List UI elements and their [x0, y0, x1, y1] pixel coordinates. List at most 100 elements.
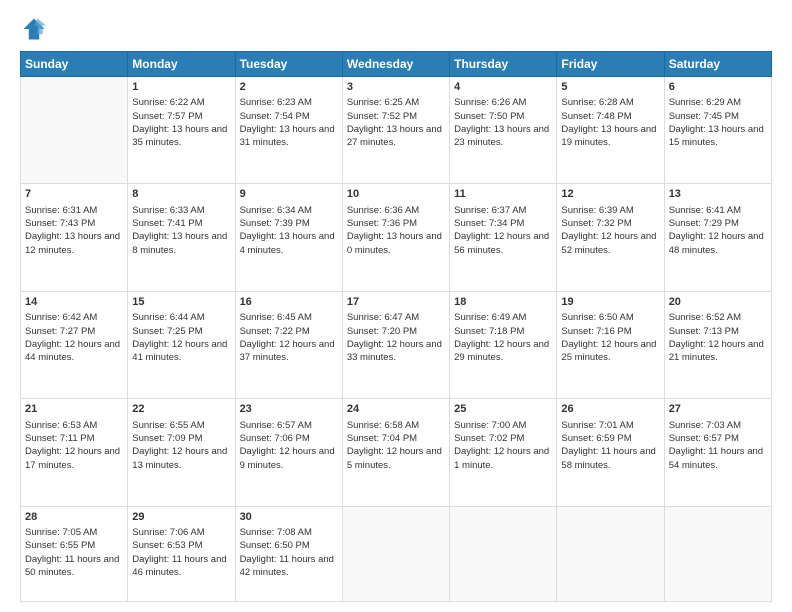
- sunrise-text: Sunrise: 7:06 AM: [132, 527, 204, 538]
- sunset-text: Sunset: 7:32 PM: [561, 218, 631, 229]
- daylight-text: Daylight: 12 hours and 17 minutes.: [25, 446, 120, 470]
- day-number: 22: [132, 402, 230, 417]
- day-number: 18: [454, 295, 552, 310]
- daylight-text: Daylight: 13 hours and 19 minutes.: [561, 124, 656, 148]
- day-number: 3: [347, 80, 445, 95]
- sunset-text: Sunset: 7:11 PM: [25, 433, 95, 444]
- day-number: 28: [25, 510, 123, 525]
- sunrise-text: Sunrise: 7:08 AM: [240, 527, 312, 538]
- sunset-text: Sunset: 7:06 PM: [240, 433, 310, 444]
- calendar-cell: [664, 506, 771, 601]
- calendar-cell: 18Sunrise: 6:49 AMSunset: 7:18 PMDayligh…: [450, 291, 557, 398]
- sunrise-text: Sunrise: 7:05 AM: [25, 527, 97, 538]
- calendar-cell: [557, 506, 664, 601]
- day-number: 2: [240, 80, 338, 95]
- header: [20, 15, 772, 43]
- logo-icon: [20, 15, 48, 43]
- calendar-cell: 3Sunrise: 6:25 AMSunset: 7:52 PMDaylight…: [342, 77, 449, 184]
- daylight-text: Daylight: 12 hours and 48 minutes.: [669, 231, 764, 255]
- sunset-text: Sunset: 7:50 PM: [454, 111, 524, 122]
- day-number: 29: [132, 510, 230, 525]
- calendar-cell: 17Sunrise: 6:47 AMSunset: 7:20 PMDayligh…: [342, 291, 449, 398]
- daylight-text: Daylight: 12 hours and 44 minutes.: [25, 339, 120, 363]
- day-number: 6: [669, 80, 767, 95]
- calendar-cell: 10Sunrise: 6:36 AMSunset: 7:36 PMDayligh…: [342, 184, 449, 291]
- calendar-cell: 13Sunrise: 6:41 AMSunset: 7:29 PMDayligh…: [664, 184, 771, 291]
- sunrise-text: Sunrise: 6:34 AM: [240, 205, 312, 216]
- day-number: 12: [561, 187, 659, 202]
- day-number: 15: [132, 295, 230, 310]
- sunrise-text: Sunrise: 6:50 AM: [561, 312, 633, 323]
- day-number: 8: [132, 187, 230, 202]
- daylight-text: Daylight: 13 hours and 27 minutes.: [347, 124, 442, 148]
- calendar-cell: 21Sunrise: 6:53 AMSunset: 7:11 PMDayligh…: [21, 399, 128, 506]
- calendar-cell: 22Sunrise: 6:55 AMSunset: 7:09 PMDayligh…: [128, 399, 235, 506]
- sunrise-text: Sunrise: 7:00 AM: [454, 420, 526, 431]
- sunset-text: Sunset: 6:55 PM: [25, 540, 95, 551]
- sunrise-text: Sunrise: 6:37 AM: [454, 205, 526, 216]
- calendar-cell: 5 Sunrise: 6:28 AM Sunset: 7:48 PM Daylight…: [557, 77, 664, 184]
- daylight-text: Daylight: 13 hours and 4 minutes.: [240, 231, 335, 255]
- sunset-text: Sunset: 7:52 PM: [347, 111, 417, 122]
- sunset-text: Sunset: 7:22 PM: [240, 326, 310, 337]
- calendar-cell: 27Sunrise: 7:03 AMSunset: 6:57 PMDayligh…: [664, 399, 771, 506]
- calendar-body: 1Sunrise: 6:22 AMSunset: 7:57 PMDaylight…: [21, 77, 772, 602]
- sunset-text: Sunset: 7:41 PM: [132, 218, 202, 229]
- calendar-cell: 26Sunrise: 7:01 AMSunset: 6:59 PMDayligh…: [557, 399, 664, 506]
- header-thursday: Thursday: [450, 52, 557, 77]
- sunset-text: Sunset: 7:13 PM: [669, 326, 739, 337]
- sunset-text: Sunset: 7:27 PM: [25, 326, 95, 337]
- day-number: 4: [454, 80, 552, 95]
- sunset-text: Sunset: 7:20 PM: [347, 326, 417, 337]
- sunset-text: Sunset: 7:48 PM: [561, 111, 631, 122]
- sunrise-text: Sunrise: 6:28 AM: [561, 97, 633, 108]
- daylight-text: Daylight: 12 hours and 52 minutes.: [561, 231, 656, 255]
- sunrise-text: Sunrise: 7:01 AM: [561, 420, 633, 431]
- sunrise-text: Sunrise: 6:57 AM: [240, 420, 312, 431]
- sunrise-text: Sunrise: 6:47 AM: [347, 312, 419, 323]
- sunrise-text: Sunrise: 6:55 AM: [132, 420, 204, 431]
- daylight-text: Daylight: 12 hours and 56 minutes.: [454, 231, 549, 255]
- day-number: 20: [669, 295, 767, 310]
- sunrise-text: Sunrise: 6:33 AM: [132, 205, 204, 216]
- logo: [20, 15, 52, 43]
- calendar-cell: 19Sunrise: 6:50 AMSunset: 7:16 PMDayligh…: [557, 291, 664, 398]
- daylight-text: Daylight: 12 hours and 1 minute.: [454, 446, 549, 470]
- calendar-cell: 25Sunrise: 7:00 AMSunset: 7:02 PMDayligh…: [450, 399, 557, 506]
- sunrise-text: Sunrise: 6:52 AM: [669, 312, 741, 323]
- daylight-text: Daylight: 12 hours and 33 minutes.: [347, 339, 442, 363]
- page: SundayMondayTuesdayWednesdayThursdayFrid…: [0, 0, 792, 612]
- daylight-text: Daylight: 13 hours and 31 minutes.: [240, 124, 335, 148]
- sunrise-text: Sunrise: 6:23 AM: [240, 97, 312, 108]
- header-wednesday: Wednesday: [342, 52, 449, 77]
- sunrise-text: Sunrise: 6:44 AM: [132, 312, 204, 323]
- sunrise-text: Sunrise: 6:41 AM: [669, 205, 741, 216]
- daylight-text: Daylight: 11 hours and 54 minutes.: [669, 446, 763, 470]
- sunset-text: Sunset: 7:09 PM: [132, 433, 202, 444]
- sunrise-text: Sunrise: 6:36 AM: [347, 205, 419, 216]
- sunset-text: Sunset: 7:16 PM: [561, 326, 631, 337]
- sunrise-text: Sunrise: 6:42 AM: [25, 312, 97, 323]
- daylight-text: Daylight: 11 hours and 42 minutes.: [240, 554, 334, 578]
- sunset-text: Sunset: 7:29 PM: [669, 218, 739, 229]
- header-tuesday: Tuesday: [235, 52, 342, 77]
- sunset-text: Sunset: 7:04 PM: [347, 433, 417, 444]
- header-monday: Monday: [128, 52, 235, 77]
- day-number: 30: [240, 510, 338, 525]
- sunrise-text: Sunrise: 6:45 AM: [240, 312, 312, 323]
- day-number: 11: [454, 187, 552, 202]
- calendar-cell: 11 Sunrise: 6:37 AM Sunset: 7:34 PM Dayligh…: [450, 184, 557, 291]
- day-number: 25: [454, 402, 552, 417]
- day-number: 24: [347, 402, 445, 417]
- sunset-text: Sunset: 7:34 PM: [454, 218, 524, 229]
- week-row-1: 1Sunrise: 6:22 AMSunset: 7:57 PMDaylight…: [21, 77, 772, 184]
- day-number: 10: [347, 187, 445, 202]
- daylight-text: Daylight: 12 hours and 29 minutes.: [454, 339, 549, 363]
- calendar-cell: 15Sunrise: 6:44 AMSunset: 7:25 PMDayligh…: [128, 291, 235, 398]
- calendar-cell: 30Sunrise: 7:08 AMSunset: 6:50 PMDayligh…: [235, 506, 342, 601]
- day-number: 21: [25, 402, 123, 417]
- sunset-text: Sunset: 7:39 PM: [240, 218, 310, 229]
- daylight-text: Daylight: 13 hours and 23 minutes.: [454, 124, 549, 148]
- sunset-text: Sunset: 7:25 PM: [132, 326, 202, 337]
- day-number: 5: [561, 80, 659, 95]
